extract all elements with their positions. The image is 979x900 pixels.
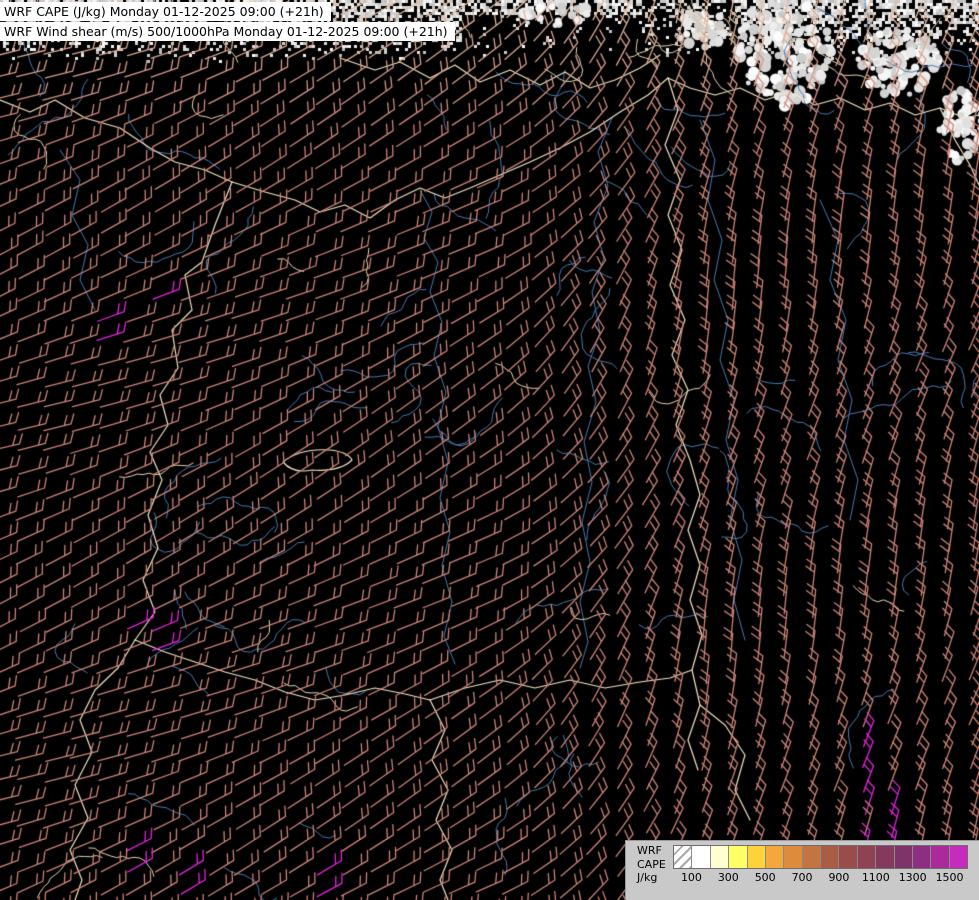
legend-swatch — [821, 846, 839, 868]
legend-model-label: WRF — [637, 844, 673, 858]
legend-field-label: CAPE — [637, 858, 673, 872]
cape-legend: WRF CAPE J/kg 100 300 500 700 900 1100 1300 150… — [625, 840, 979, 900]
legend-tick-label: 500 — [755, 871, 776, 884]
legend-label: WRF CAPE J/kg — [626, 841, 673, 900]
legend-swatch — [803, 846, 821, 868]
legend-swatch — [950, 846, 967, 868]
map-title-cape: WRF CAPE (J/kg) Monday 01-12-2025 09:00 … — [0, 2, 331, 21]
legend-tick-label: 300 — [718, 871, 739, 884]
legend-tick-label: 700 — [792, 871, 813, 884]
legend-swatch — [931, 846, 949, 868]
legend-tick-label: 1300 — [899, 871, 927, 884]
weather-map-stage: WRF CAPE (J/kg) Monday 01-12-2025 09:00 … — [0, 0, 979, 900]
legend-unit-label: J/kg — [637, 871, 673, 885]
legend-tick-label: 1500 — [936, 871, 964, 884]
legend-swatch — [692, 846, 710, 868]
map-title-windshear: WRF Wind shear (m/s) 500/1000hPa Monday … — [0, 22, 455, 41]
legend-swatch — [748, 846, 766, 868]
legend-swatch — [766, 846, 784, 868]
legend-swatch — [711, 846, 729, 868]
legend-swatch — [729, 846, 747, 868]
legend-swatch — [876, 846, 894, 868]
legend-tick-label: 1100 — [862, 871, 890, 884]
weather-map-canvas — [0, 0, 979, 900]
legend-swatch — [913, 846, 931, 868]
legend-tick-row: 100 300 500 700 900 1100 1300 1500 — [673, 869, 968, 885]
legend-tick-label: 900 — [828, 871, 849, 884]
legend-scale: 100 300 500 700 900 1100 1300 1500 — [673, 845, 968, 900]
legend-swatch — [858, 846, 876, 868]
legend-swatch — [895, 846, 913, 868]
legend-swatch — [784, 846, 802, 868]
title-block: WRF CAPE (J/kg) Monday 01-12-2025 09:00 … — [0, 2, 455, 42]
legend-swatch — [839, 846, 857, 868]
legend-tick-label: 100 — [681, 871, 702, 884]
legend-swatch-row — [673, 845, 968, 869]
legend-swatch — [674, 846, 692, 868]
